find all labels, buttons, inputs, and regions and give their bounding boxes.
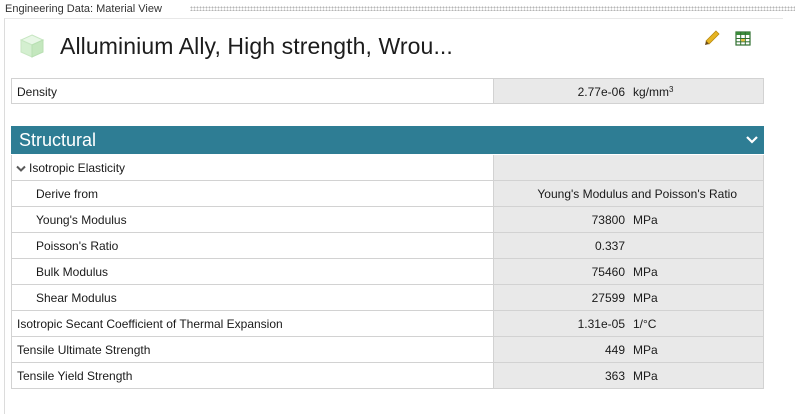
youngs-modulus-value: 73800 <box>591 213 625 227</box>
pencil-icon[interactable] <box>703 29 721 47</box>
section-title: Structural <box>19 130 97 150</box>
tensile-yield-strength-label: Tensile Yield Strength <box>17 369 133 383</box>
density-unit: kg/mm3 <box>633 85 674 99</box>
pane-drag-grip[interactable] <box>190 6 795 11</box>
thermal-expansion-label: Isotropic Secant Coefficient of Thermal … <box>17 317 283 331</box>
derive-from-value: Young's Modulus and Poisson's Ratio <box>537 187 737 201</box>
derive-from-row[interactable]: Derive from Young's Modulus and Poisson'… <box>11 181 764 207</box>
thermal-expansion-row[interactable]: Isotropic Secant Coefficient of Thermal … <box>11 311 764 337</box>
bulk-modulus-row[interactable]: Bulk Modulus 75460 MPa <box>11 259 764 285</box>
expander-triangle-icon[interactable] <box>16 163 26 173</box>
table-grid-icon[interactable] <box>734 29 752 47</box>
isotropic-elasticity-label: Isotropic Elasticity <box>29 161 126 175</box>
tensile-yield-strength-value: 363 <box>604 369 625 383</box>
bulk-modulus-label: Bulk Modulus <box>36 265 109 279</box>
tensile-yield-strength-unit: MPa <box>633 369 658 383</box>
poissons-ratio-label: Poisson's Ratio <box>36 239 119 253</box>
material-cube-icon <box>19 33 45 59</box>
chevron-down-icon[interactable] <box>744 133 760 147</box>
thermal-expansion-value: 1.31e-05 <box>577 317 625 331</box>
poissons-ratio-value: 0.337 <box>594 239 625 253</box>
pane-title-bar: Engineering Data: Material View <box>0 0 800 18</box>
tensile-ultimate-strength-value: 449 <box>604 343 625 357</box>
material-name: Alluminium Ally, High strength, Wrou... <box>60 33 453 59</box>
density-row[interactable]: Density 2.77e-06 kg/mm3 <box>11 78 764 104</box>
bulk-modulus-unit: MPa <box>633 265 658 279</box>
tensile-ultimate-strength-row[interactable]: Tensile Ultimate Strength 449 MPa <box>11 337 764 363</box>
structural-section-header[interactable]: Structural <box>11 126 764 154</box>
poissons-ratio-row[interactable]: Poisson's Ratio 0.337 <box>11 233 764 259</box>
youngs-modulus-row[interactable]: Young's Modulus 73800 MPa <box>11 207 764 233</box>
density-label: Density <box>17 85 58 99</box>
bulk-modulus-value: 75460 <box>591 265 625 279</box>
thermal-expansion-unit: 1/°C <box>633 317 657 331</box>
shear-modulus-unit: MPa <box>633 291 658 305</box>
shear-modulus-row[interactable]: Shear Modulus 27599 MPa <box>11 285 764 311</box>
tensile-yield-strength-row[interactable]: Tensile Yield Strength 363 MPa <box>11 363 764 389</box>
pane-title: Engineering Data: Material View <box>5 3 162 15</box>
isotropic-elasticity-row[interactable]: Isotropic Elasticity <box>11 155 764 181</box>
density-value: 2.77e-06 <box>577 85 625 99</box>
tensile-ultimate-strength-unit: MPa <box>633 343 658 357</box>
youngs-modulus-label: Young's Modulus <box>36 213 127 227</box>
shear-modulus-value: 27599 <box>591 291 625 305</box>
tensile-ultimate-strength-label: Tensile Ultimate Strength <box>17 343 151 357</box>
derive-from-label: Derive from <box>36 187 99 201</box>
youngs-modulus-unit: MPa <box>633 213 658 227</box>
shear-modulus-label: Shear Modulus <box>36 291 117 305</box>
